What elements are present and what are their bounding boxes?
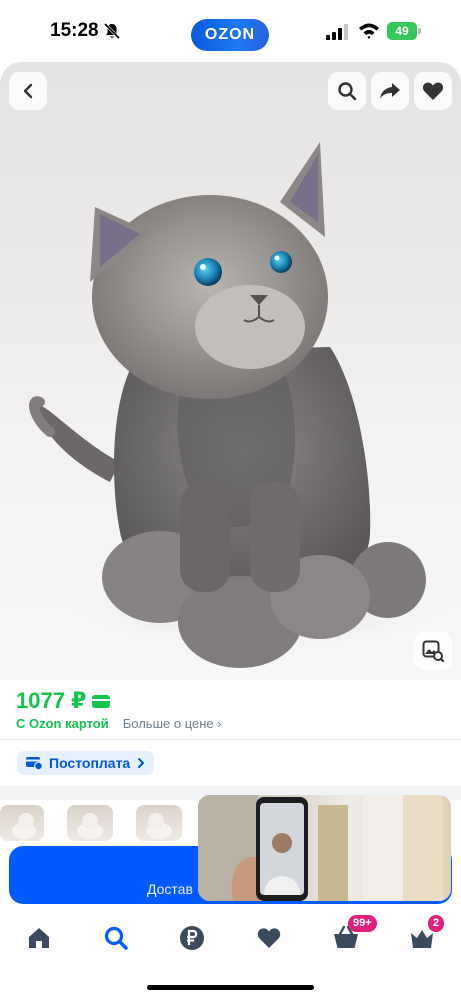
video-frame [198,795,451,901]
product-photo-kitten [29,142,450,668]
chevron-left-icon [23,83,33,99]
chevron-right-icon: › [217,716,222,731]
battery-icon: 49 [387,22,421,40]
product-image-gallery[interactable] [0,62,461,680]
picture-in-picture-video[interactable] [198,795,451,901]
price-value: 1077 ₽ [16,688,87,713]
home-icon[interactable] [26,925,52,951]
postpay-label: Постоплата [49,755,131,771]
price-row[interactable]: 1077 ₽ [16,688,111,714]
share-icon [380,83,400,99]
battery-level: 49 [387,22,417,40]
share-button[interactable] [371,72,409,110]
cart-badge: 99+ [348,915,377,932]
divider [0,739,461,740]
profile-badge: 2 [428,915,445,932]
variant-thumbnail[interactable] [136,805,182,841]
search-button[interactable] [328,72,366,110]
image-search-icon [422,640,444,662]
more-about-price-label: Больше о цене [122,716,214,731]
home-indicator[interactable] [147,985,314,990]
favorite-button[interactable] [414,72,452,110]
ozon-card-price-label: С Ozon картой [16,716,109,731]
search-icon[interactable] [103,925,129,951]
image-search-button[interactable] [414,632,452,670]
signal-icon [326,24,348,40]
status-bar: 15:28 OZON 49 [0,0,461,60]
postpay-chip[interactable]: Постоплата [17,751,155,775]
delivery-label: Достав [147,881,193,897]
more-about-price-link[interactable]: Больше о цене › [123,716,222,731]
bell-slash-icon [103,22,121,40]
status-time: 15:28 [50,20,99,41]
ozon-card-icon [92,694,111,708]
search-icon [338,82,357,101]
variant-thumbnail[interactable] [67,805,113,841]
heart-icon[interactable] [256,925,282,951]
chevron-right-icon [138,758,145,768]
wifi-icon [359,23,379,39]
variant-thumbnail[interactable] [0,805,44,841]
heart-icon [422,82,444,100]
ruble-icon[interactable] [179,925,205,951]
ozon-app-badge[interactable]: OZON [191,19,269,51]
price-details: С Ozon картой Больше о цене › [16,716,222,731]
back-button[interactable] [9,72,47,110]
card-clock-icon [26,757,43,770]
